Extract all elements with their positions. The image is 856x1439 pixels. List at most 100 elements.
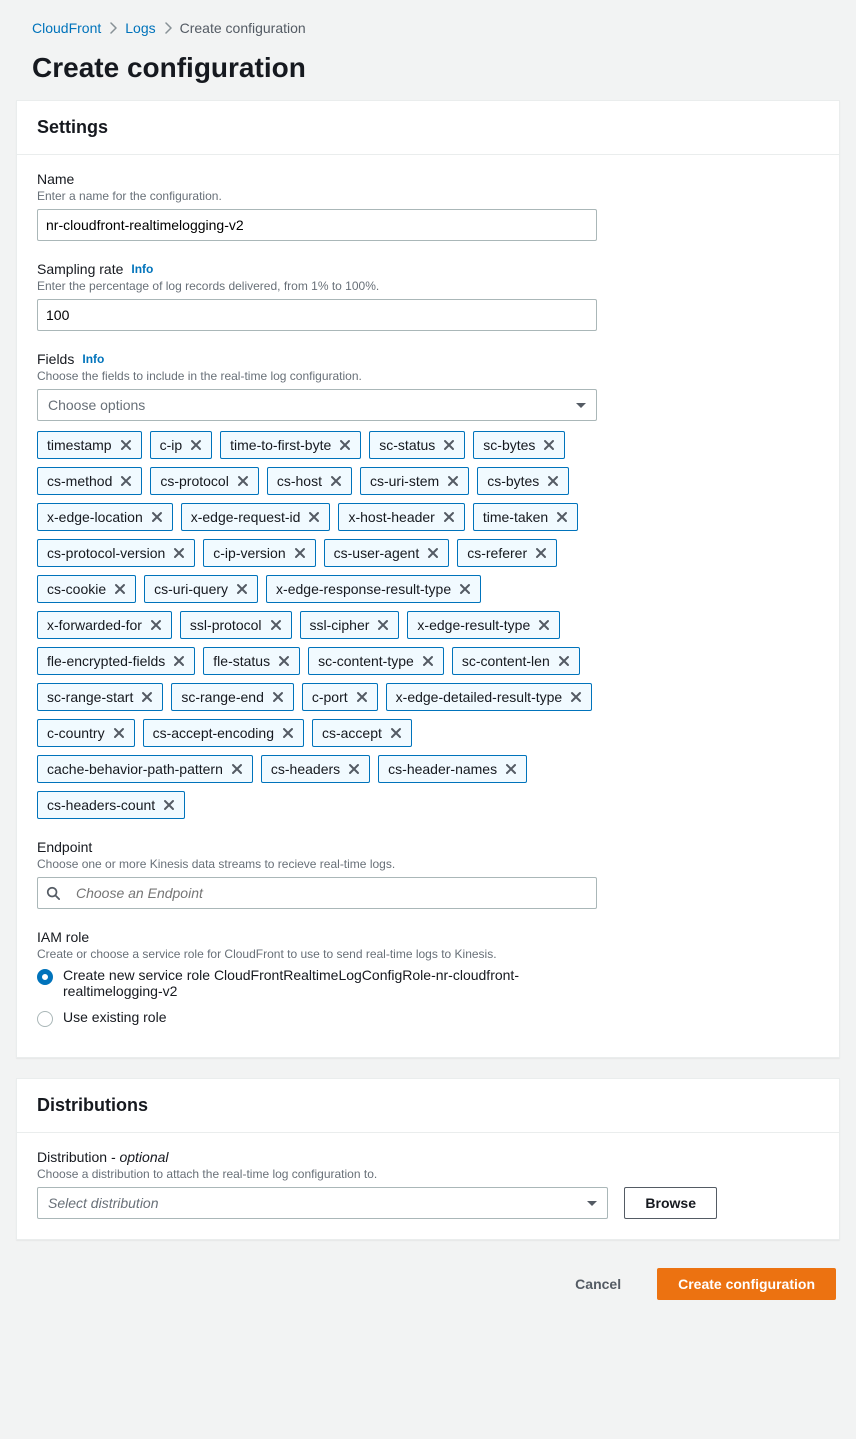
footer-actions: Cancel Create configuration — [16, 1260, 840, 1308]
field-tag: sc-range-end — [171, 683, 294, 711]
field-tag-label: ssl-protocol — [190, 617, 262, 633]
endpoint-input[interactable] — [68, 878, 588, 908]
field-tag: c-port — [302, 683, 378, 711]
field-tag-label: c-port — [312, 689, 348, 705]
close-icon[interactable] — [163, 799, 175, 811]
close-icon[interactable] — [422, 655, 434, 667]
close-icon[interactable] — [282, 727, 294, 739]
close-icon[interactable] — [447, 475, 459, 487]
field-tag-label: x-forwarded-for — [47, 617, 142, 633]
field-tag-label: x-host-header — [348, 509, 434, 525]
close-icon[interactable] — [231, 763, 243, 775]
field-tag: cs-protocol-version — [37, 539, 195, 567]
close-icon[interactable] — [330, 475, 342, 487]
close-icon[interactable] — [356, 691, 368, 703]
field-tag: cs-protocol — [150, 467, 258, 495]
sampling-input[interactable] — [37, 299, 597, 331]
field-tag-label: cs-referer — [467, 545, 527, 561]
field-tag-label: sc-status — [379, 437, 435, 453]
close-icon[interactable] — [377, 619, 389, 631]
field-tag: cs-header-names — [378, 755, 527, 783]
close-icon[interactable] — [141, 691, 153, 703]
field-tags-container: timestampc-iptime-to-first-bytesc-status… — [37, 431, 597, 819]
close-icon[interactable] — [308, 511, 320, 523]
field-tag-label: cs-uri-stem — [370, 473, 439, 489]
fields-select[interactable]: Choose options — [37, 389, 597, 421]
close-icon[interactable] — [173, 655, 185, 667]
field-tag: sc-content-type — [308, 647, 444, 675]
field-tag: ssl-protocol — [180, 611, 292, 639]
field-tag: x-edge-result-type — [407, 611, 560, 639]
close-icon[interactable] — [114, 583, 126, 595]
distribution-placeholder: Select distribution — [48, 1195, 159, 1211]
settings-panel: Settings Name Enter a name for the confi… — [16, 100, 840, 1058]
close-icon[interactable] — [505, 763, 517, 775]
name-input[interactable] — [37, 209, 597, 241]
close-icon[interactable] — [120, 475, 132, 487]
iam-option-create[interactable]: Create new service role CloudFrontRealti… — [37, 967, 597, 999]
create-configuration-button[interactable]: Create configuration — [657, 1268, 836, 1300]
close-icon[interactable] — [443, 511, 455, 523]
distributions-panel: Distributions Distribution - optional Ch… — [16, 1078, 840, 1240]
fields-info-link[interactable]: Info — [82, 352, 104, 366]
field-tag: c-ip-version — [203, 539, 315, 567]
close-icon[interactable] — [558, 655, 570, 667]
close-icon[interactable] — [272, 691, 284, 703]
close-icon[interactable] — [543, 439, 555, 451]
field-tag: fle-status — [203, 647, 300, 675]
close-icon[interactable] — [270, 619, 282, 631]
close-icon[interactable] — [151, 511, 163, 523]
close-icon[interactable] — [278, 655, 290, 667]
field-tag-label: time-taken — [483, 509, 548, 525]
close-icon[interactable] — [150, 619, 162, 631]
close-icon[interactable] — [294, 547, 306, 559]
close-icon[interactable] — [113, 727, 125, 739]
iam-option-existing-label: Use existing role — [63, 1009, 167, 1025]
close-icon[interactable] — [547, 475, 559, 487]
close-icon[interactable] — [538, 619, 550, 631]
sampling-info-link[interactable]: Info — [131, 262, 153, 276]
field-tag: ssl-cipher — [300, 611, 400, 639]
breadcrumb: CloudFront Logs Create configuration — [32, 20, 840, 36]
endpoint-select[interactable] — [37, 877, 597, 909]
fields-hint: Choose the fields to include in the real… — [37, 369, 597, 383]
field-tag-label: cs-cookie — [47, 581, 106, 597]
close-icon[interactable] — [339, 439, 351, 451]
field-tag-label: x-edge-request-id — [191, 509, 301, 525]
field-tag-label: cs-host — [277, 473, 322, 489]
close-icon[interactable] — [570, 691, 582, 703]
cancel-button[interactable]: Cancel — [555, 1268, 641, 1300]
distributions-heading: Distributions — [37, 1095, 819, 1116]
close-icon[interactable] — [120, 439, 132, 451]
breadcrumb-cloudfront[interactable]: CloudFront — [32, 20, 101, 36]
field-tag-label: sc-content-len — [462, 653, 550, 669]
close-icon[interactable] — [190, 439, 202, 451]
close-icon[interactable] — [427, 547, 439, 559]
field-tag-label: c-ip-version — [213, 545, 285, 561]
field-tag: cs-host — [267, 467, 352, 495]
field-tag-label: cs-headers-count — [47, 797, 155, 813]
chevron-right-icon — [164, 22, 172, 34]
iam-option-create-label: Create new service role CloudFrontRealti… — [63, 967, 597, 999]
field-tag-label: cs-protocol — [160, 473, 228, 489]
browse-button[interactable]: Browse — [624, 1187, 717, 1219]
close-icon[interactable] — [390, 727, 402, 739]
close-icon[interactable] — [535, 547, 547, 559]
distribution-label: Distribution — [37, 1149, 107, 1165]
close-icon[interactable] — [443, 439, 455, 451]
close-icon[interactable] — [237, 475, 249, 487]
distribution-hint: Choose a distribution to attach the real… — [37, 1167, 717, 1181]
breadcrumb-current: Create configuration — [180, 20, 306, 36]
close-icon[interactable] — [459, 583, 471, 595]
distribution-select[interactable]: Select distribution — [37, 1187, 608, 1219]
close-icon[interactable] — [173, 547, 185, 559]
chevron-right-icon — [109, 22, 117, 34]
close-icon[interactable] — [348, 763, 360, 775]
iam-option-existing[interactable]: Use existing role — [37, 1009, 597, 1027]
field-tag: cs-accept-encoding — [143, 719, 304, 747]
field-tag: c-ip — [150, 431, 213, 459]
close-icon[interactable] — [236, 583, 248, 595]
field-tag: x-host-header — [338, 503, 464, 531]
close-icon[interactable] — [556, 511, 568, 523]
breadcrumb-logs[interactable]: Logs — [125, 20, 155, 36]
